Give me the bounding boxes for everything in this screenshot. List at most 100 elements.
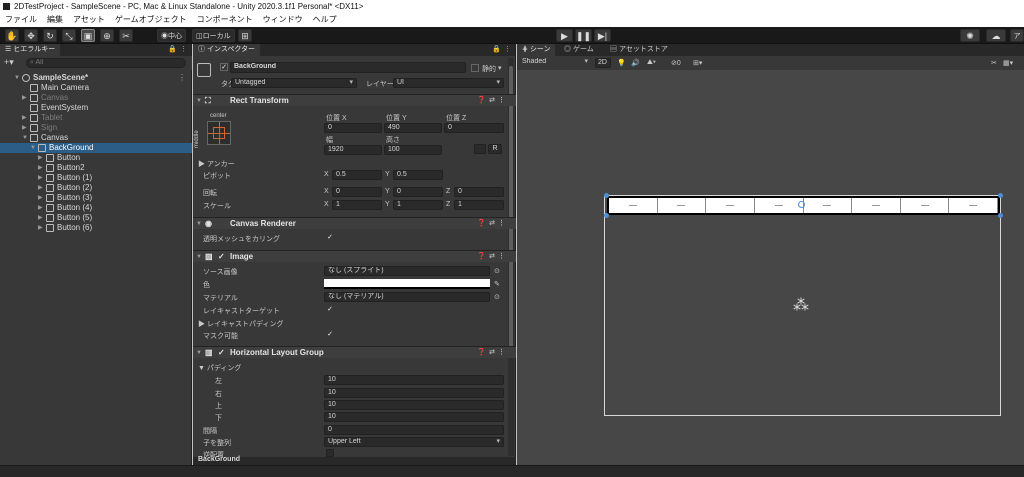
scene-child-button[interactable]: [706, 198, 755, 213]
hierarchy-item[interactable]: ▶ Button (6): [0, 223, 192, 233]
scale-tool-icon[interactable]: ⤡: [62, 29, 76, 42]
hierarchy-item[interactable]: ▶ Button2: [0, 163, 192, 173]
padding-foldout[interactable]: ▼ パディング: [198, 363, 241, 373]
scene-child-button[interactable]: [901, 198, 950, 213]
custom-tool-icon[interactable]: ✂: [119, 29, 133, 42]
hierarchy-item[interactable]: ▼ BackGround: [0, 143, 192, 153]
pivot-toggle-button[interactable]: ◉中心: [157, 29, 186, 42]
expand-arrow-icon[interactable]: ▶: [38, 203, 43, 213]
foldout-arrow-icon[interactable]: ▼: [196, 347, 202, 359]
scene-tools-icon[interactable]: ✂: [991, 59, 997, 67]
expand-arrow-icon[interactable]: ▶: [22, 113, 27, 123]
scene-child-button[interactable]: [804, 198, 853, 213]
tab-inspector[interactable]: ⓘ インスペクター: [193, 44, 261, 56]
expand-arrow-icon[interactable]: ▶: [38, 163, 43, 173]
scene-child-button[interactable]: [609, 198, 658, 213]
inspector-more-icon[interactable]: ⋮: [504, 45, 511, 53]
rect-transform-header[interactable]: ▼ ⛶ Rect Transform ❓⇄⋮: [193, 94, 516, 106]
hierarchy-item[interactable]: ▶ Button: [0, 153, 192, 163]
anchor-preset-button[interactable]: [207, 121, 231, 145]
tab-asset-store[interactable]: ▤ アセットストア: [605, 44, 673, 56]
snap-icon[interactable]: ⊞: [238, 29, 252, 42]
material-field[interactable]: なし (マテリアル): [324, 292, 490, 302]
menu-window[interactable]: ウィンドウ: [263, 13, 303, 27]
rot-x-field[interactable]: 0: [332, 187, 382, 197]
layer-dropdown[interactable]: UI: [393, 78, 504, 88]
scale-y-field[interactable]: 1: [393, 200, 443, 210]
scene-child-button[interactable]: [852, 198, 901, 213]
pos-x-field[interactable]: 0: [324, 123, 382, 133]
audio-toggle-icon[interactable]: 🔊: [631, 59, 640, 67]
width-field[interactable]: 1920: [324, 145, 382, 155]
space-toggle-button[interactable]: ◫ローカル: [192, 29, 235, 42]
hierarchy-item[interactable]: ▶ Sign: [0, 123, 192, 133]
expand-arrow-icon[interactable]: ▶: [38, 193, 43, 203]
rect-handle-tl[interactable]: [604, 193, 609, 198]
active-checkbox[interactable]: ✓: [220, 63, 228, 71]
expand-arrow-icon[interactable]: ▶: [22, 123, 27, 133]
tab-game[interactable]: ◎ ゲーム: [559, 44, 599, 56]
static-checkbox[interactable]: [471, 64, 479, 72]
expand-arrow-icon[interactable]: ▶: [38, 153, 43, 163]
foldout-arrow-icon[interactable]: ▼: [196, 251, 202, 263]
expand-arrow-icon[interactable]: ▶: [38, 223, 43, 233]
maskable-checkbox[interactable]: ✓: [326, 331, 334, 339]
rect-handle-br[interactable]: [998, 213, 1003, 218]
scene-child-button[interactable]: [755, 198, 804, 213]
scene-child-button[interactable]: [949, 198, 998, 213]
reverse-arrangement-checkbox[interactable]: [326, 449, 334, 457]
hierarchy-search-input[interactable]: ⌕ All: [26, 58, 186, 68]
component-header-icons[interactable]: ❓⇄⋮: [477, 347, 508, 359]
expand-arrow-icon[interactable]: ▶: [38, 213, 43, 223]
grid-toggle-icon[interactable]: ⊞▾: [693, 59, 702, 67]
pivot-handle[interactable]: [798, 201, 805, 208]
lighting-toggle-icon[interactable]: 💡: [617, 59, 626, 67]
image-enabled-checkbox[interactable]: ✓: [218, 251, 225, 263]
scene-menu-icon[interactable]: ⋮: [178, 73, 186, 83]
collab-icon[interactable]: ✺: [960, 29, 980, 42]
raycast-target-checkbox[interactable]: ✓: [326, 306, 334, 314]
rot-y-field[interactable]: 0: [393, 187, 443, 197]
canvas-renderer-header[interactable]: ▼ ◉ Canvas Renderer ❓⇄⋮: [193, 217, 516, 229]
color-swatch[interactable]: [324, 279, 490, 289]
menu-file[interactable]: ファイル: [5, 13, 37, 27]
source-image-field[interactable]: なし (スプライト): [324, 266, 490, 276]
hidden-objects-icon[interactable]: ⊘0: [671, 59, 681, 67]
raycast-padding-foldout[interactable]: ▶ レイキャストパディング: [198, 319, 283, 329]
menu-gameobject[interactable]: ゲームオブジェクト: [115, 13, 187, 27]
rect-tool-icon[interactable]: ▣: [81, 29, 95, 42]
hierarchy-item[interactable]: ▼ SampleScene* ⋮: [0, 73, 192, 83]
scale-z-field[interactable]: 1: [454, 200, 504, 210]
hierarchy-item[interactable]: Main Camera: [0, 83, 192, 93]
cull-transparent-checkbox[interactable]: ✓: [326, 234, 334, 242]
expand-arrow-icon[interactable]: ▶: [38, 183, 43, 193]
hierarchy-item[interactable]: ▶ Tablet: [0, 113, 192, 123]
rot-z-field[interactable]: 0: [454, 187, 504, 197]
expand-arrow-icon[interactable]: ▼: [14, 73, 20, 83]
spacing-field[interactable]: 0: [324, 425, 504, 435]
pos-z-field[interactable]: 0: [444, 123, 504, 133]
scale-x-field[interactable]: 1: [332, 200, 382, 210]
hierarchy-item[interactable]: ▶ Canvas: [0, 93, 192, 103]
child-alignment-dropdown[interactable]: Upper Left: [324, 437, 504, 447]
step-button-icon[interactable]: ▶|: [594, 29, 611, 42]
material-picker-icon[interactable]: ⊙: [494, 293, 500, 301]
transform-tool-icon[interactable]: ⊕: [100, 29, 114, 42]
anchors-foldout[interactable]: ▶ アンカー: [198, 159, 235, 169]
raw-edit-button[interactable]: R: [488, 144, 502, 154]
object-name-field[interactable]: BackGround: [230, 62, 466, 73]
object-picker-icon[interactable]: ⊙: [494, 267, 500, 275]
padding-left-field[interactable]: 10: [324, 375, 504, 385]
expand-arrow-icon[interactable]: ▶: [22, 93, 27, 103]
hierarchy-item[interactable]: ▶ Button (1): [0, 173, 192, 183]
component-header-icons[interactable]: ❓⇄⋮: [477, 251, 508, 263]
tab-hierarchy[interactable]: ☰ ヒエラルキー: [0, 44, 61, 56]
rect-handle-tr[interactable]: [998, 193, 1003, 198]
expand-arrow-icon[interactable]: ▶: [38, 173, 43, 183]
component-header-icons[interactable]: ❓⇄⋮: [477, 218, 508, 230]
inspector-lock-icon[interactable]: 🔒: [492, 45, 501, 53]
move-tool-icon[interactable]: ✥: [24, 29, 38, 42]
lock-icon[interactable]: 🔒: [168, 45, 177, 53]
hlg-header[interactable]: ▼ ▥ ✓ Horizontal Layout Group ❓⇄⋮: [193, 346, 516, 358]
hierarchy-item[interactable]: ▶ Button (3): [0, 193, 192, 203]
